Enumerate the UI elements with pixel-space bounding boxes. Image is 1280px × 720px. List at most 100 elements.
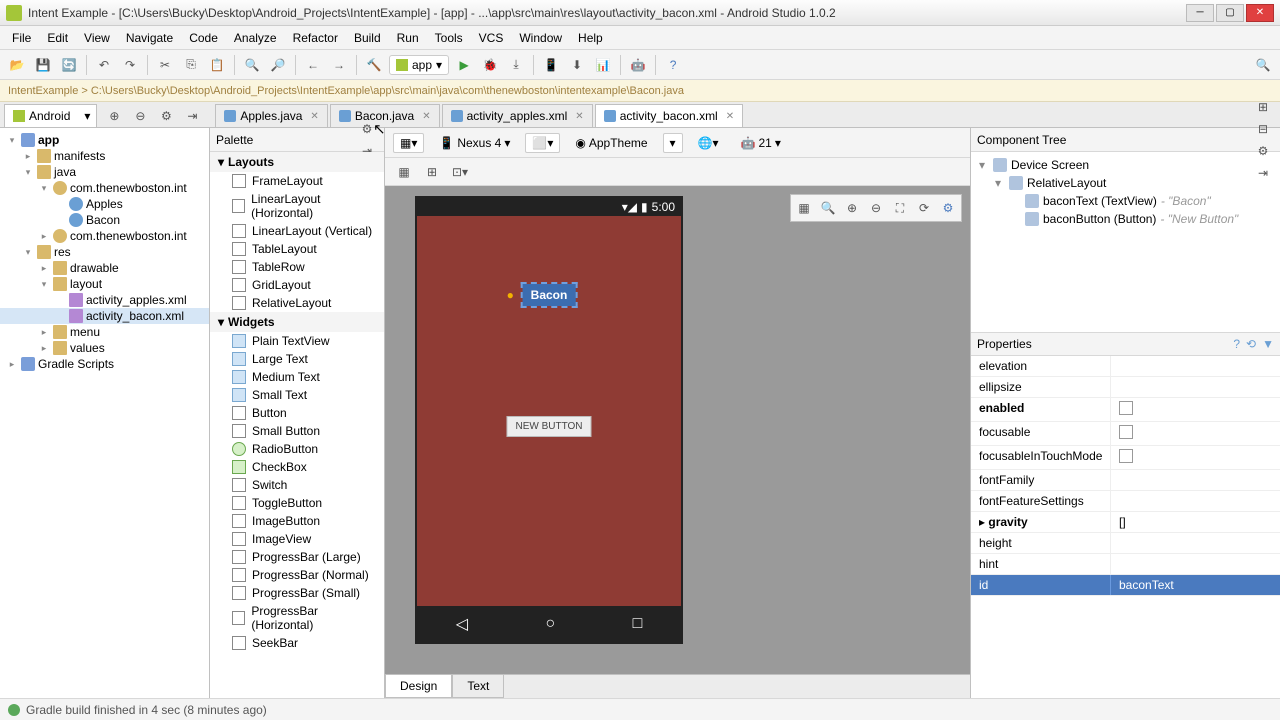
tab-Bacon-java[interactable]: Bacon.java✕ bbox=[330, 104, 440, 127]
android-tool-icon[interactable]: 🤖 bbox=[627, 54, 649, 76]
prop-ellipsize[interactable]: ellipsize bbox=[971, 377, 1280, 398]
tree-app[interactable]: ▾app bbox=[0, 132, 209, 148]
palette-large-text[interactable]: Large Text bbox=[210, 350, 384, 368]
palette-checkbox[interactable]: CheckBox bbox=[210, 458, 384, 476]
close-icon[interactable]: ✕ bbox=[575, 111, 583, 122]
help-icon[interactable]: ? bbox=[662, 54, 684, 76]
orientation-select[interactable]: ⬜▾ bbox=[525, 133, 560, 153]
palette-medium-text[interactable]: Medium Text bbox=[210, 368, 384, 386]
palette-imageview[interactable]: ImageView bbox=[210, 530, 384, 548]
prop-hint[interactable]: hint bbox=[971, 554, 1280, 575]
run-icon[interactable]: ▶ bbox=[453, 54, 475, 76]
palette-linearlayout-vertical-[interactable]: LinearLayout (Vertical) bbox=[210, 222, 384, 240]
tab-activity_bacon-xml[interactable]: activity_bacon.xml✕ bbox=[595, 104, 743, 127]
tab-Apples-java[interactable]: Apples.java✕ bbox=[215, 104, 327, 127]
new-button-widget[interactable]: NEW BUTTON bbox=[506, 416, 591, 437]
prop-elevation[interactable]: elevation bbox=[971, 356, 1280, 377]
restore-icon[interactable]: ⟲ bbox=[1246, 337, 1256, 351]
menu-vcs[interactable]: VCS bbox=[471, 28, 512, 48]
palette-small-text[interactable]: Small Text bbox=[210, 386, 384, 404]
save-icon[interactable]: 💾 bbox=[32, 54, 54, 76]
collapse-icon[interactable]: ⊖ bbox=[129, 105, 151, 127]
render-options[interactable]: ▦▾ bbox=[393, 133, 424, 153]
menu-run[interactable]: Run bbox=[389, 28, 427, 48]
palette-progressbar-horizontal-[interactable]: ProgressBar (Horizontal) bbox=[210, 602, 384, 634]
prop-fontFamily[interactable]: fontFamily bbox=[971, 470, 1280, 491]
locale-select[interactable]: 🌐▾ bbox=[691, 133, 726, 153]
sdk-icon[interactable]: ⬇ bbox=[566, 54, 588, 76]
palette-switch[interactable]: Switch bbox=[210, 476, 384, 494]
menu-edit[interactable]: Edit bbox=[39, 28, 76, 48]
hide-icon[interactable]: ⇥ bbox=[181, 105, 203, 127]
ct-baconText-TextView-[interactable]: baconText (TextView) - "Bacon" bbox=[975, 192, 1276, 210]
maximize-button[interactable]: ▢ bbox=[1216, 4, 1244, 22]
palette-tablelayout[interactable]: TableLayout bbox=[210, 240, 384, 258]
palette-plain-textview[interactable]: Plain TextView bbox=[210, 332, 384, 350]
palette-tablerow[interactable]: TableRow bbox=[210, 258, 384, 276]
cut-icon[interactable]: ✂ bbox=[154, 54, 176, 76]
palette-framelayout[interactable]: FrameLayout bbox=[210, 172, 384, 190]
palette-seekbar[interactable]: SeekBar bbox=[210, 634, 384, 652]
zoom-in-icon[interactable]: ⊕ bbox=[841, 197, 863, 219]
debug-icon[interactable]: 🐞 bbox=[479, 54, 501, 76]
undo-icon[interactable]: ↶ bbox=[93, 54, 115, 76]
recent-nav-icon[interactable]: □ bbox=[633, 615, 643, 633]
sync-icon[interactable]: 🔄 bbox=[58, 54, 80, 76]
ct-baconButton-Button-[interactable]: baconButton (Button) - "New Button" bbox=[975, 210, 1276, 228]
toggle-icon[interactable]: ⊞ bbox=[421, 161, 443, 183]
project-tool-tab[interactable]: Android ▾ bbox=[4, 104, 97, 127]
close-icon[interactable]: ✕ bbox=[310, 111, 318, 122]
zoom-actual-icon[interactable]: 🔍 bbox=[817, 197, 839, 219]
prop-gravity[interactable]: ▸ gravity[] bbox=[971, 512, 1280, 533]
run-config-select[interactable]: app ▾ bbox=[389, 55, 449, 75]
prop-fontFeatureSettings[interactable]: fontFeatureSettings bbox=[971, 491, 1280, 512]
project-pane[interactable]: ▾app▸manifests▾java▾com.thenewboston.int… bbox=[0, 128, 210, 698]
palette-group-widgets[interactable]: ▾ Widgets bbox=[210, 312, 384, 332]
tree-com-thenewboston-int[interactable]: ▸com.thenewboston.int bbox=[0, 228, 209, 244]
tree-drawable[interactable]: ▸drawable bbox=[0, 260, 209, 276]
prop-enabled[interactable]: enabled bbox=[971, 398, 1280, 422]
palette-radiobutton[interactable]: RadioButton bbox=[210, 440, 384, 458]
make-icon[interactable]: 🔨 bbox=[363, 54, 385, 76]
filter-icon[interactable]: ▼ bbox=[1262, 337, 1274, 351]
palette-group-layouts[interactable]: ▾ Layouts bbox=[210, 152, 384, 172]
attach-icon[interactable]: ⤓ bbox=[505, 54, 527, 76]
gear-icon[interactable]: ⚙ bbox=[155, 105, 177, 127]
activity-select[interactable]: ▾ bbox=[663, 133, 683, 153]
menu-refactor[interactable]: Refactor bbox=[285, 28, 346, 48]
tree-java[interactable]: ▾java bbox=[0, 164, 209, 180]
palette-imagebutton[interactable]: ImageButton bbox=[210, 512, 384, 530]
breadcrumb[interactable]: IntentExample > C:\Users\Bucky\Desktop\A… bbox=[0, 80, 1280, 102]
tree-layout[interactable]: ▾layout bbox=[0, 276, 209, 292]
back-nav-icon[interactable]: ◁ bbox=[456, 614, 468, 634]
palette-relativelayout[interactable]: RelativeLayout bbox=[210, 294, 384, 312]
settings-icon[interactable]: ⚙ bbox=[937, 197, 959, 219]
tree-manifests[interactable]: ▸manifests bbox=[0, 148, 209, 164]
zoom-fit-icon[interactable]: ⛶ bbox=[889, 197, 911, 219]
bacon-text-widget[interactable]: Bacon bbox=[523, 284, 576, 306]
palette-progressbar-large-[interactable]: ProgressBar (Large) bbox=[210, 548, 384, 566]
design-canvas[interactable]: ▦ 🔍 ⊕ ⊖ ⛶ ⟳ ⚙ ▾◢ ▮ 5:00 Bacon NEW BUTTON bbox=[385, 186, 970, 674]
tab-activity_apples-xml[interactable]: activity_apples.xml✕ bbox=[442, 104, 593, 127]
component-tree[interactable]: ▾Device Screen▾RelativeLayoutbaconText (… bbox=[971, 152, 1280, 332]
palette-progressbar-normal-[interactable]: ProgressBar (Normal) bbox=[210, 566, 384, 584]
ct-Device-Screen[interactable]: ▾Device Screen bbox=[975, 156, 1276, 174]
prop-focusable[interactable]: focusable bbox=[971, 422, 1280, 446]
refresh-icon[interactable]: ⟳ bbox=[913, 197, 935, 219]
tree-activity_bacon-xml[interactable]: activity_bacon.xml bbox=[0, 308, 209, 324]
collapse-all-icon[interactable]: ⊟ bbox=[1252, 118, 1274, 140]
close-icon[interactable]: ✕ bbox=[422, 111, 430, 122]
tab-text[interactable]: Text bbox=[452, 675, 504, 698]
prop-id[interactable]: idbaconText bbox=[971, 575, 1280, 596]
device-select[interactable]: 📱 Nexus 4 ▾ bbox=[432, 133, 517, 153]
tree-Gradle-Scripts[interactable]: ▸Gradle Scripts bbox=[0, 356, 209, 372]
expand-all-icon[interactable]: ⊞ bbox=[1252, 96, 1274, 118]
prop-focusableInTouchMode[interactable]: focusableInTouchMode bbox=[971, 446, 1280, 470]
tree-res[interactable]: ▾res bbox=[0, 244, 209, 260]
minimize-button[interactable]: ─ bbox=[1186, 4, 1214, 22]
palette-gridlayout[interactable]: GridLayout bbox=[210, 276, 384, 294]
close-button[interactable]: ✕ bbox=[1246, 4, 1274, 22]
properties-table[interactable]: elevationellipsizeenabledfocusablefocusa… bbox=[971, 356, 1280, 698]
home-nav-icon[interactable]: ○ bbox=[545, 615, 555, 633]
theme-select[interactable]: ◉ AppTheme bbox=[568, 133, 654, 153]
